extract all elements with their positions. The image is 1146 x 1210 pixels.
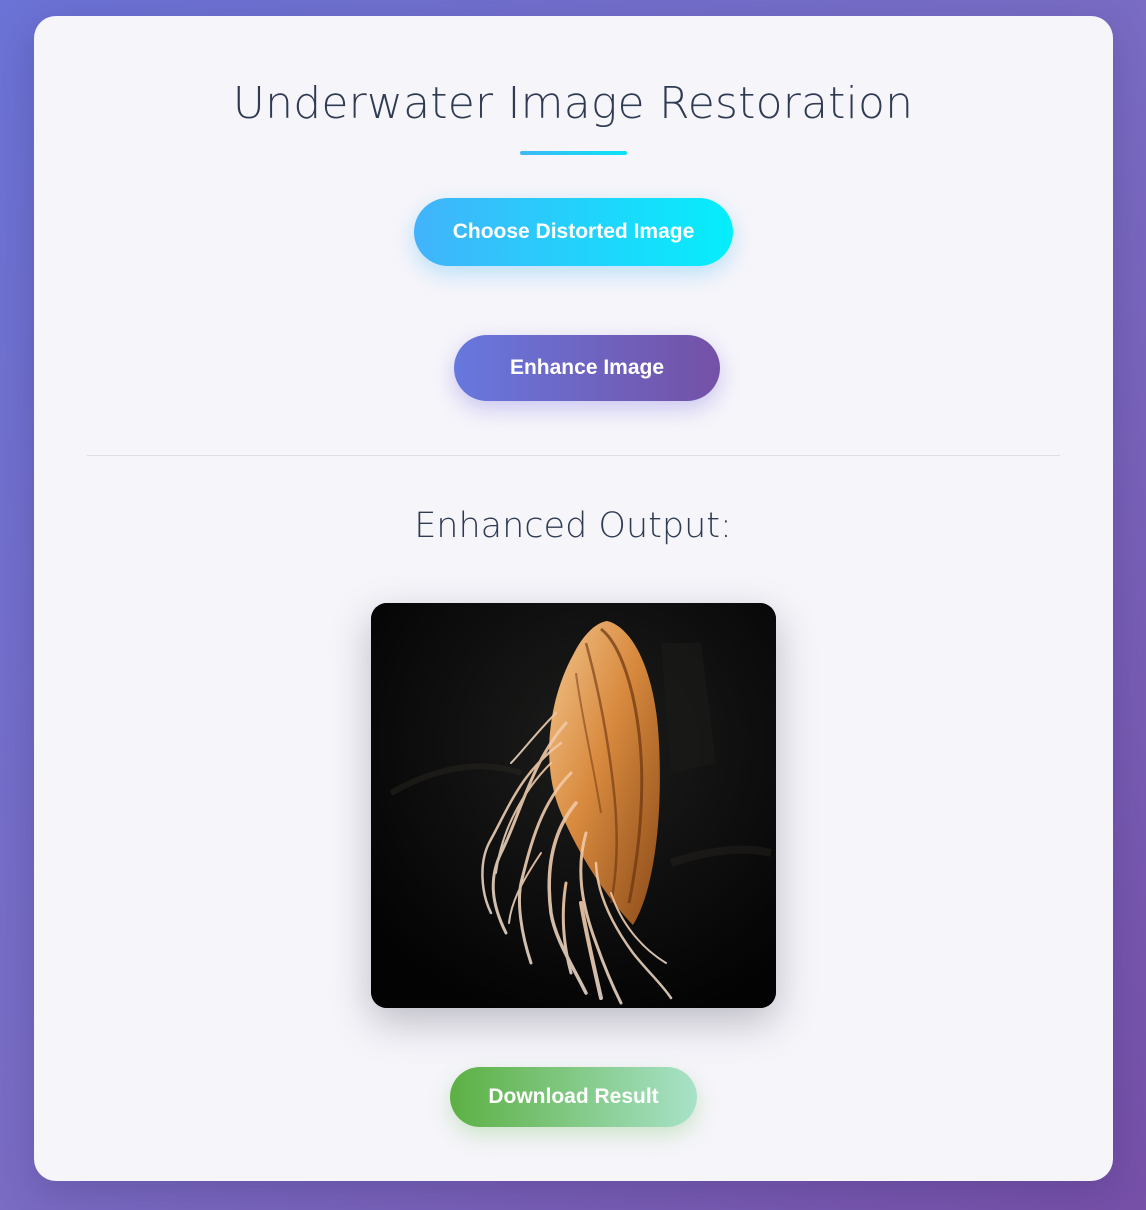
enhanced-output-image xyxy=(371,603,776,1008)
download-result-button[interactable]: Download Result xyxy=(450,1067,697,1127)
section-divider xyxy=(87,455,1060,456)
output-heading: Enhanced Output: xyxy=(414,506,732,546)
title-underline xyxy=(520,151,627,155)
choose-image-button[interactable]: Choose Distorted Image xyxy=(414,198,733,266)
jellyfish-photo xyxy=(371,603,776,1008)
enhance-image-button[interactable]: Enhance Image xyxy=(454,335,720,401)
page-title: Underwater Image Restoration xyxy=(232,78,914,129)
